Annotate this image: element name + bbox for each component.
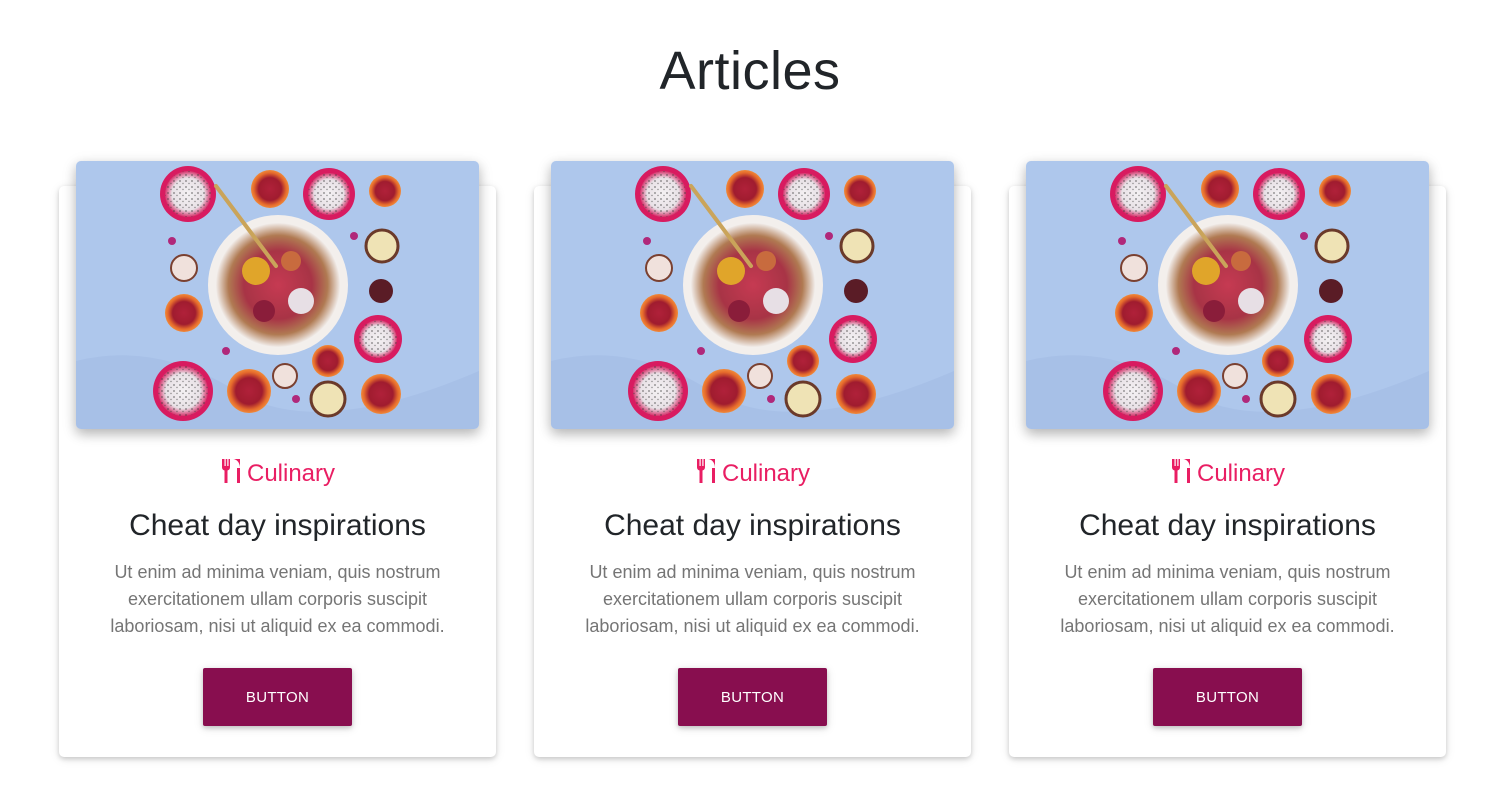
card-category: Culinary	[534, 458, 971, 492]
card-title: Cheat day inspirations	[1079, 509, 1376, 542]
card-category: Culinary	[59, 458, 496, 492]
card-text: Ut enim ad minima veniam, quis nostrum e…	[110, 562, 445, 636]
article-card: Culinary Cheat day inspirations Ut enim …	[534, 186, 971, 757]
card-button[interactable]: BUTTON	[678, 668, 827, 726]
card-text: Ut enim ad minima veniam, quis nostrum e…	[585, 562, 920, 636]
card-image[interactable]	[76, 161, 479, 429]
fork-knife-icon	[1170, 458, 1192, 492]
card-category: Culinary	[1009, 458, 1446, 492]
card-text: Ut enim ad minima veniam, quis nostrum e…	[1060, 562, 1395, 636]
card-title: Cheat day inspirations	[129, 509, 426, 542]
card-button[interactable]: BUTTON	[203, 668, 352, 726]
card-category-label: Culinary	[1196, 460, 1286, 487]
card-title: Cheat day inspirations	[604, 509, 901, 542]
card-image[interactable]	[551, 161, 954, 429]
card-category-label: Culinary	[721, 460, 811, 487]
card-category-label: Culinary	[246, 460, 336, 487]
article-card: Culinary Cheat day inspirations Ut enim …	[59, 186, 496, 757]
fork-knife-icon	[220, 458, 242, 492]
fork-knife-icon	[695, 458, 717, 492]
card-button[interactable]: BUTTON	[1153, 668, 1302, 726]
article-card: Culinary Cheat day inspirations Ut enim …	[1009, 186, 1446, 757]
card-image[interactable]	[1026, 161, 1429, 429]
page-title: Articles	[659, 41, 841, 101]
